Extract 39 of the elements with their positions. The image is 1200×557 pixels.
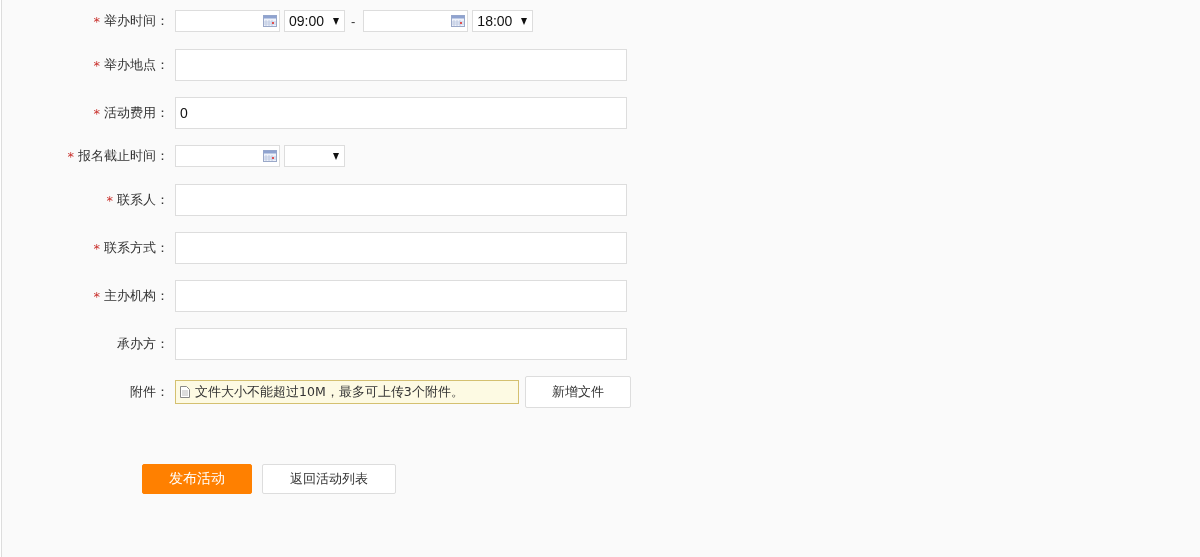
field-label: 附件：	[130, 383, 169, 401]
text-field[interactable]	[175, 49, 627, 81]
date-field[interactable]	[363, 10, 469, 32]
calendar-icon[interactable]	[263, 150, 277, 162]
caret-icon	[333, 152, 339, 160]
field-label: 举办时间：	[104, 12, 169, 30]
range-separator: -	[351, 13, 356, 29]
required-mark: *	[93, 240, 100, 256]
required-mark: *	[93, 288, 100, 304]
text-field[interactable]	[175, 232, 627, 264]
text-field[interactable]	[175, 280, 627, 312]
field-label: 承办方：	[117, 335, 169, 353]
field-label: 举办地点：	[104, 56, 169, 74]
text-field[interactable]	[175, 184, 627, 216]
time-select[interactable]: 09:00	[284, 10, 345, 32]
hint-text: 文件大小不能超过10M，最多可上传3个附件。	[195, 383, 464, 401]
add-file-button[interactable]: 新增文件	[525, 376, 631, 408]
time-select[interactable]: 18:00	[472, 10, 534, 32]
field-label: 联系方式：	[104, 239, 169, 257]
document-icon	[180, 386, 190, 398]
field-label: 活动费用：	[104, 104, 169, 122]
text-field[interactable]	[175, 328, 627, 360]
calendar-icon[interactable]	[451, 15, 466, 27]
field-label: 报名截止时间：	[78, 147, 169, 165]
required-mark: *	[106, 192, 113, 208]
field-label: 主办机构：	[104, 287, 169, 305]
time-select[interactable]	[284, 145, 345, 167]
field-label: 联系人：	[117, 191, 169, 209]
required-mark: *	[93, 13, 100, 29]
caret-icon	[521, 17, 528, 25]
date-field[interactable]	[175, 145, 280, 167]
required-mark: *	[93, 57, 100, 73]
back-button[interactable]: 返回活动列表	[262, 464, 396, 494]
caret-icon	[333, 17, 339, 25]
required-mark: *	[67, 148, 74, 164]
text-field[interactable]: 0	[175, 97, 627, 129]
date-field[interactable]	[175, 10, 280, 32]
calendar-icon[interactable]	[263, 15, 277, 27]
required-mark: *	[93, 105, 100, 121]
